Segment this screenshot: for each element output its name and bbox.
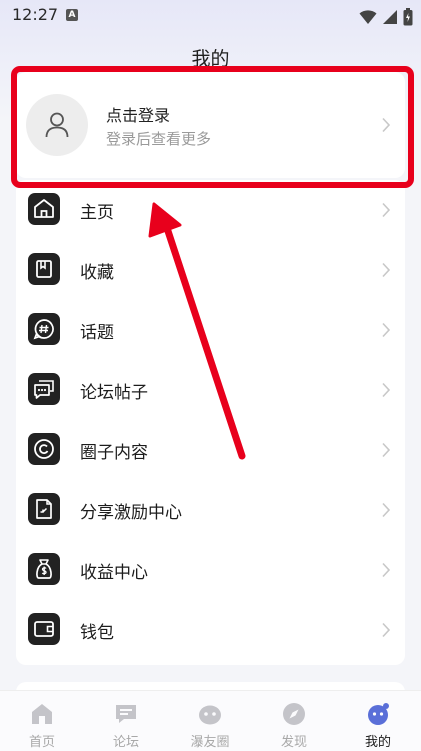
menu-label: 收益中心 (80, 563, 148, 583)
menu-item-share-incentive[interactable]: 分享激励中心 (16, 480, 405, 540)
nav-home[interactable]: 首页 (0, 691, 84, 751)
menu-label: 论坛帖子 (80, 383, 148, 403)
chevron-right-icon (382, 442, 391, 458)
menu-item-topics[interactable]: 话题 (16, 300, 405, 360)
signal-icon (382, 9, 397, 24)
status-bar: 12:27 A (0, 0, 421, 30)
login-card[interactable]: 点击登录 登录后查看更多 (16, 72, 405, 178)
status-icons (359, 6, 413, 25)
chevron-right-icon (382, 117, 391, 133)
menu-label: 分享激励中心 (80, 503, 182, 523)
chevron-right-icon (382, 262, 391, 278)
money-bag-icon (28, 553, 60, 585)
moments-nav-icon (199, 705, 221, 725)
nav-label: 首页 (28, 735, 55, 750)
page-title: 我的 (191, 48, 230, 70)
wifi-icon (359, 9, 377, 24)
avatar[interactable] (26, 94, 88, 156)
bottom-nav: 首页 论坛 瀑友圈 发现 我的 (0, 690, 421, 751)
menu-item-forum-posts[interactable]: 论坛帖子 (16, 360, 405, 420)
nav-moments[interactable]: 瀑友圈 (168, 691, 252, 751)
chevron-right-icon (382, 562, 391, 578)
nav-profile[interactable]: 我的 (336, 691, 420, 751)
menu-label: 收藏 (80, 263, 114, 283)
discover-nav-icon (283, 703, 305, 725)
home-nav-icon (32, 704, 52, 724)
hashtag-icon (28, 313, 60, 345)
menu-label: 话题 (80, 323, 114, 343)
menu-item-earnings-center[interactable]: 收益中心 (16, 540, 405, 600)
nav-discover[interactable]: 发现 (252, 691, 336, 751)
menu-item-home[interactable]: 主页 (16, 180, 405, 240)
chevron-right-icon (382, 622, 391, 638)
menu-label: 主页 (80, 203, 114, 223)
menu-item-circle-content[interactable]: 圈子内容 (16, 420, 405, 480)
chevron-right-icon (382, 202, 391, 218)
login-title[interactable]: 点击登录 (106, 102, 170, 126)
nav-label: 发现 (280, 735, 307, 750)
status-time: 12:27 (12, 5, 59, 24)
battery-icon (403, 7, 413, 25)
chevron-right-icon (382, 502, 391, 518)
nav-forum[interactable]: 论坛 (84, 691, 168, 751)
menu-item-favorites[interactable]: 收藏 (16, 240, 405, 300)
menu-label: 圈子内容 (80, 443, 148, 463)
menu-list: 主页 收藏 话题 论坛帖子 圈子内容 分享激励中心 收益中心 钱包 (16, 180, 405, 665)
menu-item-wallet[interactable]: 钱包 (16, 600, 405, 660)
nav-label: 瀑友圈 (190, 735, 230, 750)
wallet-icon (28, 613, 60, 645)
nav-label: 论坛 (112, 735, 139, 750)
chevron-right-icon (382, 322, 391, 338)
user-icon (45, 112, 69, 138)
profile-nav-icon (368, 703, 389, 725)
login-subtitle: 登录后查看更多 (106, 130, 212, 148)
home-icon (28, 193, 60, 225)
document-icon (28, 493, 60, 525)
forum-nav-icon (116, 705, 136, 723)
menu-label: 钱包 (80, 623, 114, 643)
nav-label: 我的 (364, 735, 391, 750)
chat-icon (28, 373, 60, 405)
bookmark-icon (28, 253, 60, 285)
circle-icon (28, 433, 60, 465)
notification-icon: A (66, 9, 78, 21)
chevron-right-icon (382, 382, 391, 398)
